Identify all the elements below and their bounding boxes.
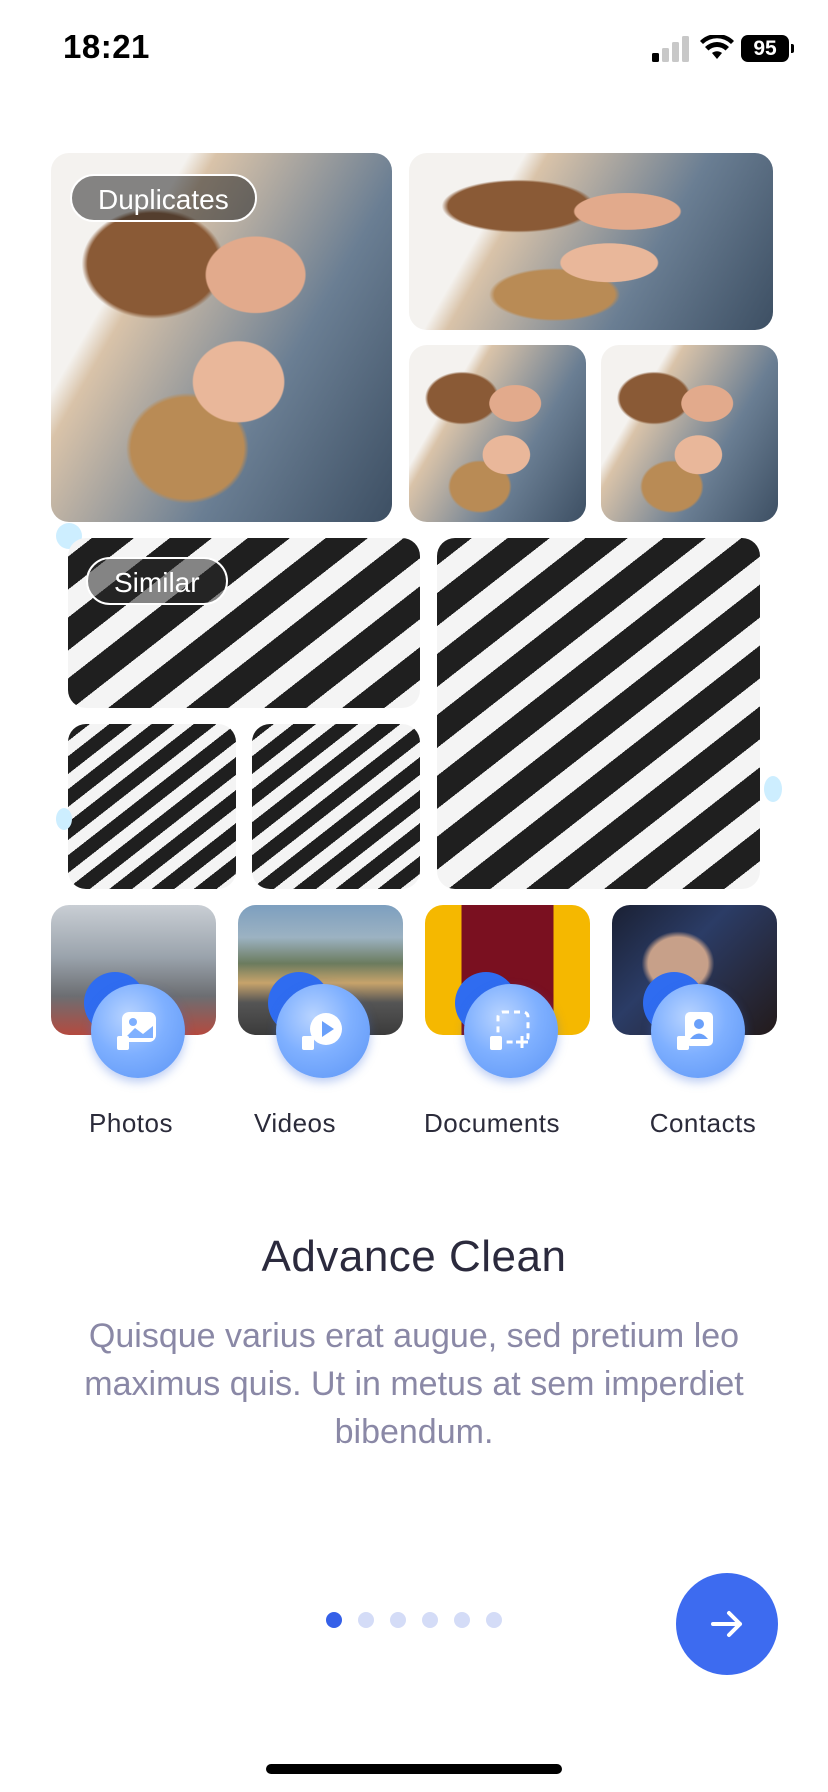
page-dot-6[interactable] — [486, 1612, 502, 1628]
similar-photo-small-2[interactable] — [252, 724, 420, 889]
videos-icon — [302, 1013, 342, 1050]
cellular-signal-icon — [652, 36, 689, 62]
category-label-videos[interactable]: Videos — [215, 1108, 375, 1139]
decorative-dot — [764, 776, 782, 802]
next-button[interactable] — [676, 1573, 778, 1675]
videos-badge — [276, 984, 370, 1078]
category-label-documents[interactable]: Documents — [412, 1108, 572, 1139]
arrow-right-icon — [711, 1611, 742, 1637]
category-label-photos[interactable]: Photos — [51, 1108, 211, 1139]
contacts-icon — [677, 1012, 713, 1050]
contacts-badge — [651, 984, 745, 1078]
wifi-icon — [700, 35, 734, 59]
onboarding-description: Quisque varius erat augue, sed pretium l… — [84, 1317, 744, 1451]
similar-tag: Similar — [86, 557, 228, 605]
similar-photo-small-1[interactable] — [68, 724, 236, 889]
page-dot-5[interactable] — [454, 1612, 470, 1628]
similar-photo-large[interactable] — [437, 538, 760, 889]
page-dot-1[interactable] — [326, 1612, 342, 1628]
category-label-contacts[interactable]: Contacts — [623, 1108, 783, 1139]
page-dot-3[interactable] — [390, 1612, 406, 1628]
duplicate-photo-top-right[interactable] — [409, 153, 773, 330]
onboarding-title: Advance Clean — [261, 1232, 567, 1281]
home-indicator[interactable] — [266, 1764, 562, 1774]
page-dot-2[interactable] — [358, 1612, 374, 1628]
duplicates-tag: Duplicates — [70, 174, 257, 222]
decorative-dot — [56, 808, 72, 830]
duplicate-photo-small-2[interactable] — [601, 345, 778, 522]
photos-icon — [117, 1012, 156, 1050]
page-dot-4[interactable] — [422, 1612, 438, 1628]
battery-tip — [791, 44, 794, 53]
status-time: 18:21 — [63, 28, 150, 65]
battery-indicator: 95 — [741, 35, 789, 62]
duplicate-photo-small-1[interactable] — [409, 345, 586, 522]
documents-icon — [490, 1010, 530, 1050]
photos-badge — [91, 984, 185, 1078]
documents-badge — [464, 984, 558, 1078]
